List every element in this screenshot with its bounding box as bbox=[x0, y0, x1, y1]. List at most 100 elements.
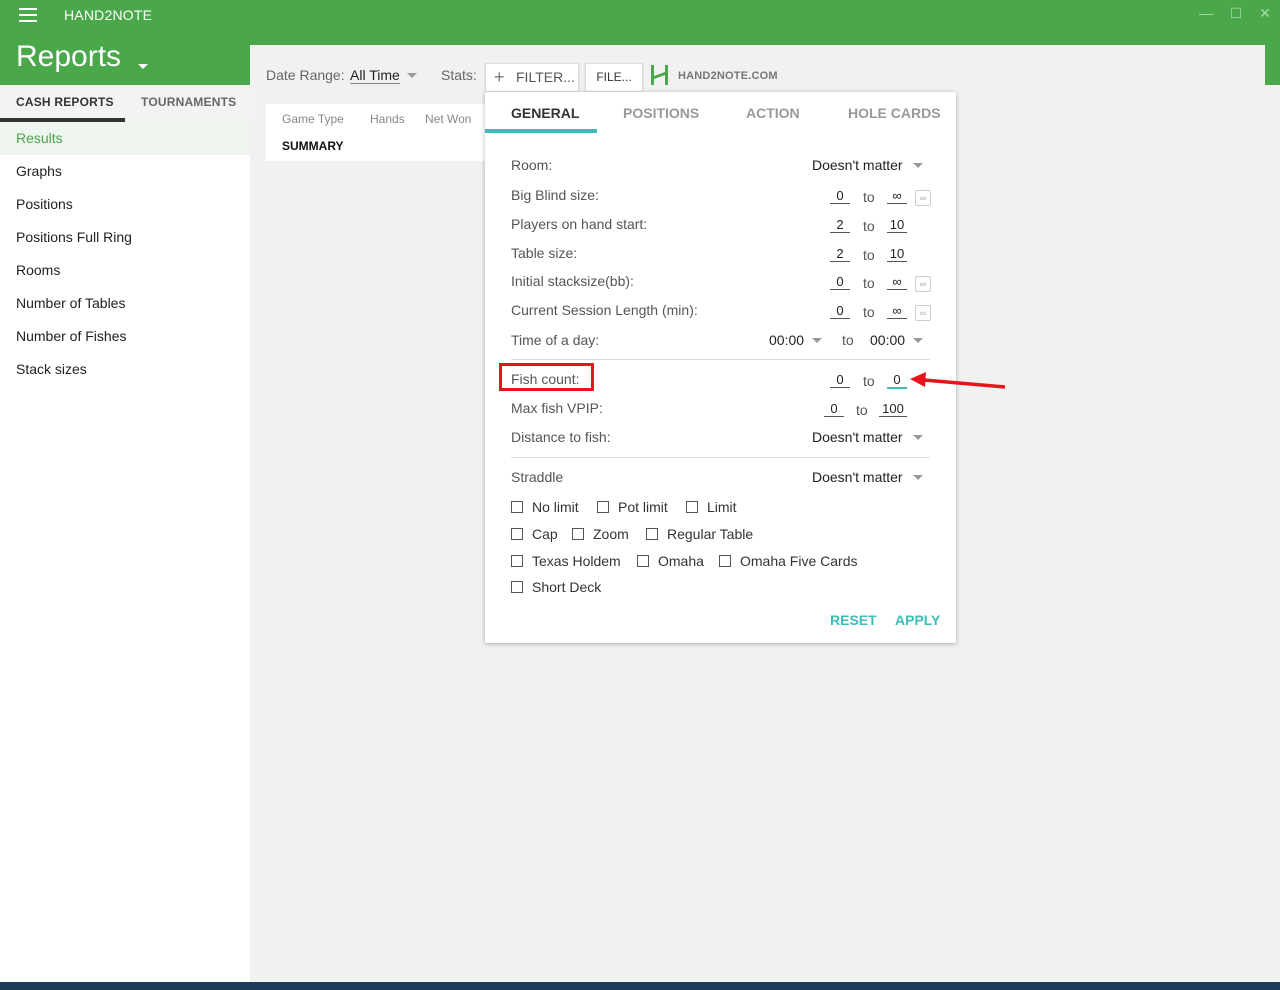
apply-button[interactable]: APPLY bbox=[895, 612, 940, 628]
to-label: to bbox=[863, 275, 875, 291]
checkbox-label: Limit bbox=[707, 499, 737, 515]
sidebar-item-positions[interactable]: Positions bbox=[0, 188, 250, 221]
table-size-from-input[interactable]: 2 bbox=[830, 246, 850, 262]
checkbox-label: Pot limit bbox=[618, 499, 668, 515]
players-to-input[interactable]: 10 bbox=[887, 217, 907, 233]
tab-positions[interactable]: POSITIONS bbox=[623, 105, 699, 121]
summary-row: SUMMARY bbox=[282, 139, 344, 153]
sidebar-item-positions-full-ring[interactable]: Positions Full Ring bbox=[0, 221, 250, 254]
sidebar-item-number-of-tables[interactable]: Number of Tables bbox=[0, 287, 250, 320]
stacksize-from-input[interactable]: 0 bbox=[830, 274, 850, 290]
to-label: to bbox=[863, 373, 875, 389]
stats-label: Stats: bbox=[441, 67, 477, 83]
arrow-icon bbox=[910, 372, 1006, 389]
fish-count-to-input[interactable]: 0 bbox=[887, 372, 907, 389]
checkbox-icon bbox=[719, 555, 731, 567]
room-chevron-icon[interactable] bbox=[913, 163, 923, 168]
date-range-select[interactable]: All Time bbox=[350, 67, 400, 84]
to-label: to bbox=[863, 304, 875, 320]
sidebar-item-rooms[interactable]: Rooms bbox=[0, 254, 250, 287]
column-header-hands[interactable]: Hands bbox=[370, 112, 405, 126]
session-from-input[interactable]: 0 bbox=[830, 303, 850, 319]
checkbox-label: Short Deck bbox=[532, 579, 602, 595]
to-label: to bbox=[842, 332, 854, 348]
straddle-select[interactable]: Doesn't matter bbox=[812, 469, 903, 485]
column-header-game-type[interactable]: Game Type bbox=[282, 112, 344, 126]
checkbox-icon bbox=[511, 528, 523, 540]
stacksize-to-input[interactable]: ∞ bbox=[887, 274, 907, 290]
time-to-chevron-icon[interactable] bbox=[913, 338, 923, 343]
page-title[interactable]: Reports bbox=[16, 40, 121, 74]
players-from-input[interactable]: 2 bbox=[830, 217, 850, 233]
tab-tournaments[interactable]: TOURNAMENTS bbox=[141, 95, 236, 109]
checkbox-label: Omaha Five Cards bbox=[740, 553, 858, 569]
time-from-chevron-icon[interactable] bbox=[812, 338, 822, 343]
maximize-icon[interactable]: ☐ bbox=[1229, 6, 1243, 20]
checkbox-icon bbox=[511, 555, 523, 567]
checkbox-icon bbox=[597, 501, 609, 513]
distance-chevron-icon[interactable] bbox=[913, 435, 923, 440]
to-label: to bbox=[856, 402, 868, 418]
fish-count-from-input[interactable]: 0 bbox=[830, 372, 850, 388]
infinity-icon[interactable]: ∞ bbox=[915, 190, 931, 206]
file-button[interactable]: FILE... bbox=[585, 63, 643, 92]
straddle-label: Straddle bbox=[511, 469, 564, 485]
tab-cash-reports[interactable]: CASH REPORTS bbox=[16, 95, 114, 109]
checkbox-label: Texas Holdem bbox=[532, 553, 621, 569]
straddle-chevron-icon[interactable] bbox=[913, 475, 923, 480]
close-icon[interactable]: ✕ bbox=[1258, 6, 1272, 20]
plus-icon: + bbox=[494, 67, 505, 87]
title-bar: HAND2NOTE — ☐ ✕ bbox=[0, 0, 1280, 30]
sidebar-item-stack-sizes[interactable]: Stack sizes bbox=[0, 353, 250, 386]
checkbox-label: Regular Table bbox=[667, 526, 754, 542]
sidebar-item-results[interactable]: Results bbox=[0, 122, 250, 155]
checkbox-icon bbox=[572, 528, 584, 540]
sidebar: CASH REPORTS TOURNAMENTS Results Graphs … bbox=[0, 85, 250, 982]
sidebar-item-graphs[interactable]: Graphs bbox=[0, 155, 250, 188]
time-of-day-label: Time of a day: bbox=[511, 332, 600, 348]
checkbox-label: Cap bbox=[532, 526, 558, 542]
checkbox-icon bbox=[511, 501, 523, 513]
divider bbox=[511, 359, 930, 360]
tab-action[interactable]: ACTION bbox=[746, 105, 800, 121]
time-to-select[interactable]: 00:00 bbox=[870, 332, 905, 348]
date-range-label: Date Range: bbox=[266, 67, 345, 83]
reports-header: Reports bbox=[0, 30, 250, 85]
room-label: Room: bbox=[511, 157, 553, 173]
max-vpip-from-input[interactable]: 0 bbox=[824, 401, 844, 417]
checkbox-icon bbox=[511, 581, 523, 593]
infinity-icon[interactable]: ∞ bbox=[915, 276, 931, 292]
tab-general[interactable]: GENERAL bbox=[511, 105, 579, 121]
filter-button[interactable]: + FILTER... bbox=[485, 63, 579, 92]
to-label: to bbox=[863, 189, 875, 205]
table-size-to-input[interactable]: 10 bbox=[887, 246, 907, 262]
column-header-net-won[interactable]: Net Won bbox=[425, 112, 471, 126]
session-length-label: Current Session Length (min): bbox=[511, 302, 698, 318]
session-to-input[interactable]: ∞ bbox=[887, 303, 907, 319]
room-select[interactable]: Doesn't matter bbox=[812, 157, 903, 173]
tab-hole-cards[interactable]: HOLE CARDS bbox=[848, 105, 941, 121]
distance-label: Distance to fish: bbox=[511, 429, 611, 445]
max-vpip-to-input[interactable]: 100 bbox=[879, 401, 907, 417]
time-from-select[interactable]: 00:00 bbox=[769, 332, 804, 348]
sidebar-item-number-of-fishes[interactable]: Number of Fishes bbox=[0, 320, 250, 353]
date-range-chevron-icon[interactable] bbox=[407, 73, 417, 78]
checkbox-label: Zoom bbox=[593, 526, 629, 542]
infinity-icon[interactable]: ∞ bbox=[915, 305, 931, 321]
chevron-down-icon[interactable] bbox=[138, 64, 148, 69]
reset-button[interactable]: RESET bbox=[830, 612, 877, 628]
table-size-label: Table size: bbox=[511, 245, 578, 261]
distance-select[interactable]: Doesn't matter bbox=[812, 429, 903, 445]
checkbox-icon bbox=[637, 555, 649, 567]
results-table: Game Type Hands Net Won SUMMARY bbox=[266, 104, 486, 161]
to-label: to bbox=[863, 247, 875, 263]
report-tabs: CASH REPORTS TOURNAMENTS bbox=[0, 85, 250, 122]
menu-icon[interactable] bbox=[19, 8, 37, 22]
checkbox-icon bbox=[686, 501, 698, 513]
logo-icon bbox=[651, 65, 669, 85]
big-blind-from-input[interactable]: 0 bbox=[830, 188, 850, 204]
big-blind-to-input[interactable]: ∞ bbox=[887, 188, 907, 204]
logo-text: HAND2NOTE.COM bbox=[678, 70, 778, 82]
to-label: to bbox=[863, 218, 875, 234]
minimize-icon[interactable]: — bbox=[1199, 6, 1213, 20]
